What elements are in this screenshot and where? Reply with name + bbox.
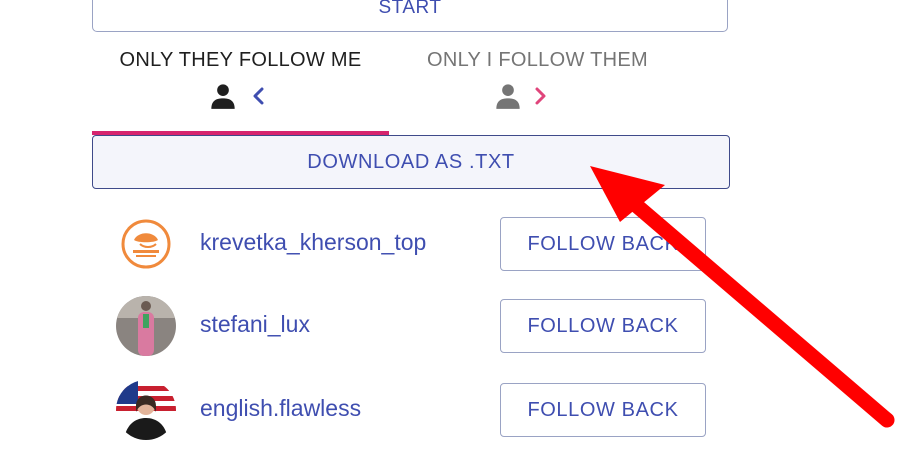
tab-bar: ONLY THEY FOLLOW ME ONLY I FOLLOW THEM	[92, 36, 686, 136]
start-button[interactable]: START	[92, 0, 728, 32]
page: START ONLY THEY FOLLOW ME ONLY I FOLLOW …	[0, 0, 915, 456]
follow-back-button[interactable]: FOLLOW BACK	[500, 217, 706, 271]
username-link[interactable]: english.flawless	[200, 395, 361, 422]
tab-only-i-follow-them[interactable]: ONLY I FOLLOW THEM	[389, 36, 686, 136]
tab-icons	[389, 82, 686, 112]
tab-icons	[92, 82, 389, 112]
person-icon	[496, 84, 520, 109]
chevron-right-icon	[535, 87, 546, 105]
user-row: english.flawless FOLLOW BACK	[92, 380, 732, 440]
download-txt-button[interactable]: DOWNLOAD AS .TXT	[92, 135, 730, 189]
avatar-image	[116, 296, 176, 356]
tab-only-they-follow-me[interactable]: ONLY THEY FOLLOW ME	[92, 36, 389, 136]
tab-label: ONLY I FOLLOW THEM	[427, 49, 648, 71]
follow-back-button[interactable]: FOLLOW BACK	[500, 383, 706, 437]
avatar-image	[116, 380, 176, 440]
avatar[interactable]	[116, 296, 176, 356]
avatar[interactable]	[116, 380, 176, 440]
person-icon	[211, 84, 235, 109]
avatar[interactable]	[116, 214, 176, 274]
avatar-image	[116, 214, 176, 274]
user-row: krevetka_kherson_top FOLLOW BACK	[92, 214, 732, 274]
chevron-left-icon	[253, 87, 264, 105]
follow-back-button[interactable]: FOLLOW BACK	[500, 299, 706, 353]
username-link[interactable]: krevetka_kherson_top	[200, 229, 426, 256]
user-row: stefani_lux FOLLOW BACK	[92, 296, 732, 356]
tab-label: ONLY THEY FOLLOW ME	[119, 49, 362, 71]
username-link[interactable]: stefani_lux	[200, 311, 310, 338]
